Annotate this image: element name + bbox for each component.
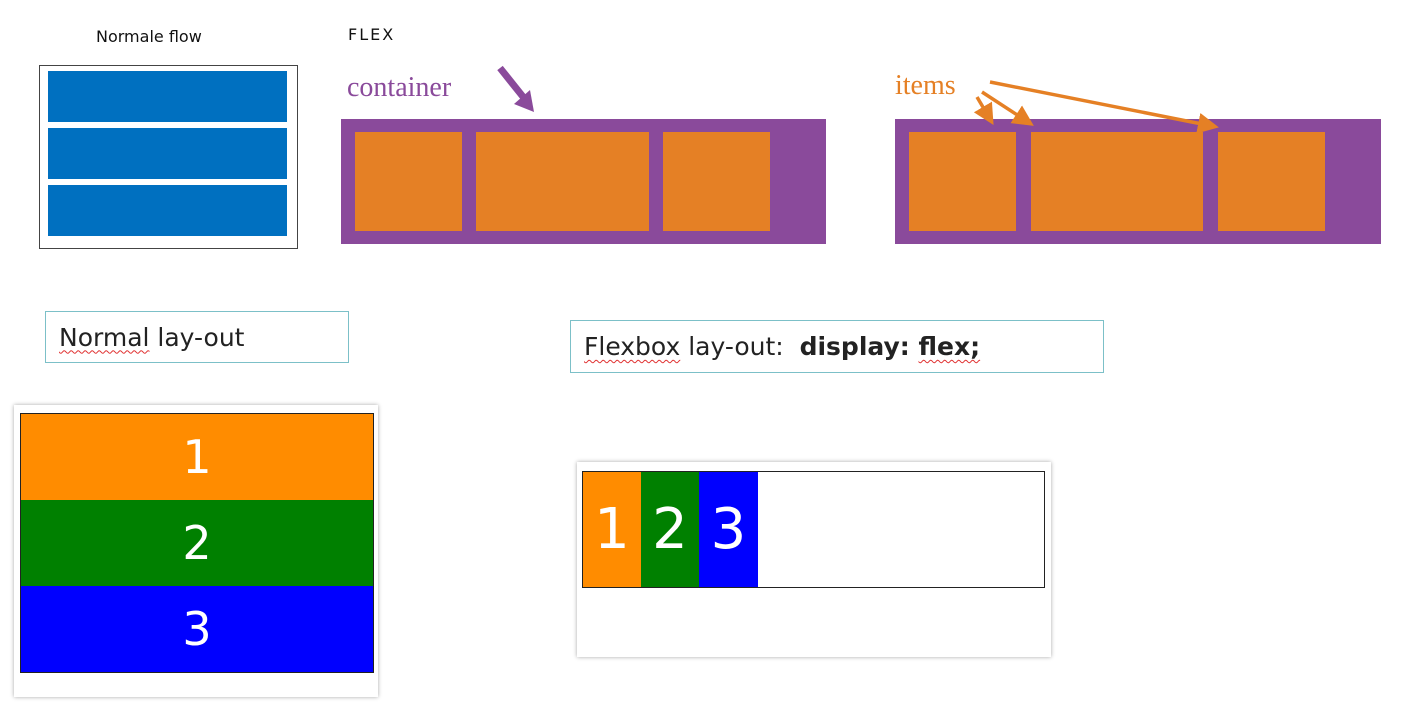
container-arrow-icon (497, 65, 534, 112)
normal-rest: lay-out (149, 322, 245, 352)
items-label: items (895, 70, 956, 101)
container-label: container (347, 72, 452, 103)
flex-items-item-3 (1218, 132, 1325, 231)
normal-demo-item-3: 3 (21, 586, 373, 672)
items-arrows-icon (973, 80, 1219, 134)
normal-word: Normal (59, 322, 150, 352)
display-property: display: (799, 332, 919, 361)
flex-demo-item-1: 1 (583, 472, 641, 587)
flex-label: FLEX (348, 25, 396, 44)
normal-layout-caption: Normal lay-out (45, 311, 349, 363)
flexbox-word: Flexbox (584, 332, 681, 361)
flex-items-item-1 (909, 132, 1016, 231)
normal-flow-block-3 (48, 185, 287, 236)
flex-container-item-1 (355, 132, 462, 231)
flex-container-item-3 (663, 132, 770, 231)
normal-flow-block-2 (48, 128, 287, 179)
flexbox-layout-caption: Flexbox lay-out: display: flex; (570, 320, 1104, 373)
flex-items-item-2 (1031, 132, 1203, 231)
flex-demo-item-2: 2 (641, 472, 699, 587)
flex-demo-item-3: 3 (699, 472, 758, 587)
normal-flow-block-1 (48, 71, 287, 122)
flex-value: flex; (918, 332, 981, 361)
normal-flow-label: Normale flow (96, 27, 202, 46)
normal-demo-item-1: 1 (21, 414, 373, 500)
normal-demo-item-2: 2 (21, 500, 373, 586)
flex-container-item-2 (476, 132, 649, 231)
flexbox-rest: lay-out: (680, 332, 800, 361)
